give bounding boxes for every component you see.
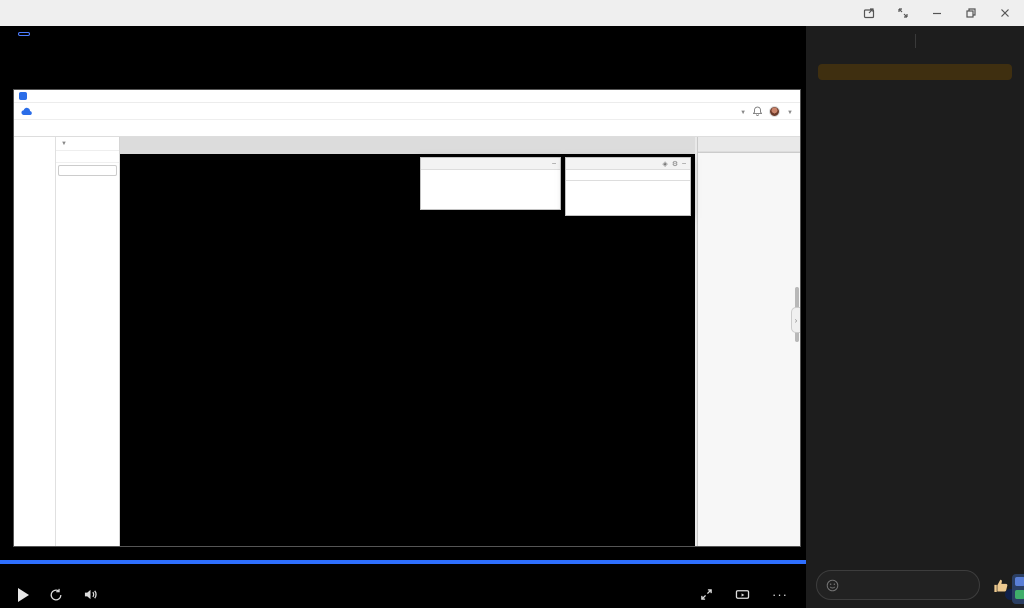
- project-filter-input[interactable]: [58, 165, 117, 176]
- chat-input[interactable]: [816, 570, 980, 600]
- progress-bar[interactable]: [0, 560, 806, 564]
- eda-toolbar: [14, 120, 800, 137]
- edge-widget-segment: [1015, 590, 1024, 599]
- layers-panel-title: ◈ ⚙ –: [566, 158, 690, 170]
- eda-account-area: ▼ ▼: [740, 106, 793, 117]
- close-icon[interactable]: [998, 6, 1012, 20]
- panel-minimize-icon[interactable]: –: [682, 160, 686, 167]
- pcb-tools-panel: –: [420, 157, 561, 210]
- pcb-tools-title: –: [421, 158, 560, 170]
- cast-screen-icon[interactable]: [735, 588, 750, 601]
- emoji-icon[interactable]: [826, 579, 839, 592]
- stream-info: [18, 32, 38, 36]
- chat-pane: [806, 26, 1024, 608]
- user-avatar[interactable]: [769, 106, 780, 117]
- panel-collapse-handle[interactable]: ›: [791, 307, 800, 333]
- eda-app-icon: [19, 92, 27, 100]
- welcome-banner: [818, 64, 1012, 80]
- cursor-status-rows: [698, 152, 800, 153]
- minimize-icon[interactable]: [930, 6, 944, 20]
- gear-icon[interactable]: ⚙: [672, 160, 678, 168]
- layer-tabs: [566, 170, 690, 181]
- eda-menubar: ▼ ▼: [14, 103, 800, 120]
- selection-count-row: [698, 137, 800, 152]
- restore-icon[interactable]: [964, 6, 978, 20]
- eda-window: ▼ ▼ ▼: [14, 90, 800, 546]
- volume-icon[interactable]: [83, 588, 98, 601]
- eda-body: ▼ –: [14, 137, 800, 546]
- chat-tabs: [806, 26, 1024, 56]
- chat-body: [806, 56, 1024, 562]
- left-icon-rail: [14, 137, 56, 546]
- eda-titlebar: [14, 90, 800, 103]
- tab-divider: [915, 34, 916, 48]
- properties-panel: [697, 137, 800, 546]
- expand-fullscreen-icon[interactable]: [700, 588, 713, 601]
- video-pane[interactable]: ▼ ▼ ▼: [0, 26, 806, 608]
- layers-panel: ◈ ⚙ –: [565, 157, 691, 216]
- reload-icon[interactable]: [49, 588, 63, 602]
- replay-badge: [18, 32, 30, 36]
- player-controls: ···: [0, 587, 806, 602]
- cloud-logo-icon: [21, 107, 33, 116]
- workspace-switcher[interactable]: ▼: [740, 106, 746, 116]
- play-button[interactable]: [18, 588, 29, 602]
- document-tabbar: [120, 137, 695, 154]
- window-controls: [862, 6, 1012, 20]
- edge-widget-segment: [1015, 577, 1024, 586]
- chat-input-row: [806, 562, 1024, 608]
- like-button[interactable]: [988, 571, 1014, 599]
- pin-icon[interactable]: ◈: [662, 160, 667, 168]
- all-projects-link[interactable]: [56, 151, 119, 163]
- more-options-button[interactable]: ···: [772, 587, 788, 602]
- app-window-titlebar: [0, 0, 1024, 26]
- pcb-tools-grid: [421, 170, 560, 172]
- popup-window-icon[interactable]: [862, 6, 876, 20]
- bell-icon[interactable]: [753, 106, 762, 116]
- panel-minimize-icon[interactable]: –: [552, 160, 556, 167]
- video-player-bar: ···: [0, 560, 806, 608]
- workspace-header[interactable]: ▼: [56, 137, 119, 151]
- screen: ▼ ▼ ▼: [0, 0, 1024, 608]
- desktop-edge-widget[interactable]: [1012, 574, 1024, 604]
- progress-fill: [0, 560, 806, 564]
- username-menu[interactable]: ▼: [787, 106, 793, 116]
- project-panel: ▼: [56, 137, 120, 546]
- fullscreen-icon[interactable]: [896, 6, 910, 20]
- player-right-controls: ···: [678, 587, 788, 602]
